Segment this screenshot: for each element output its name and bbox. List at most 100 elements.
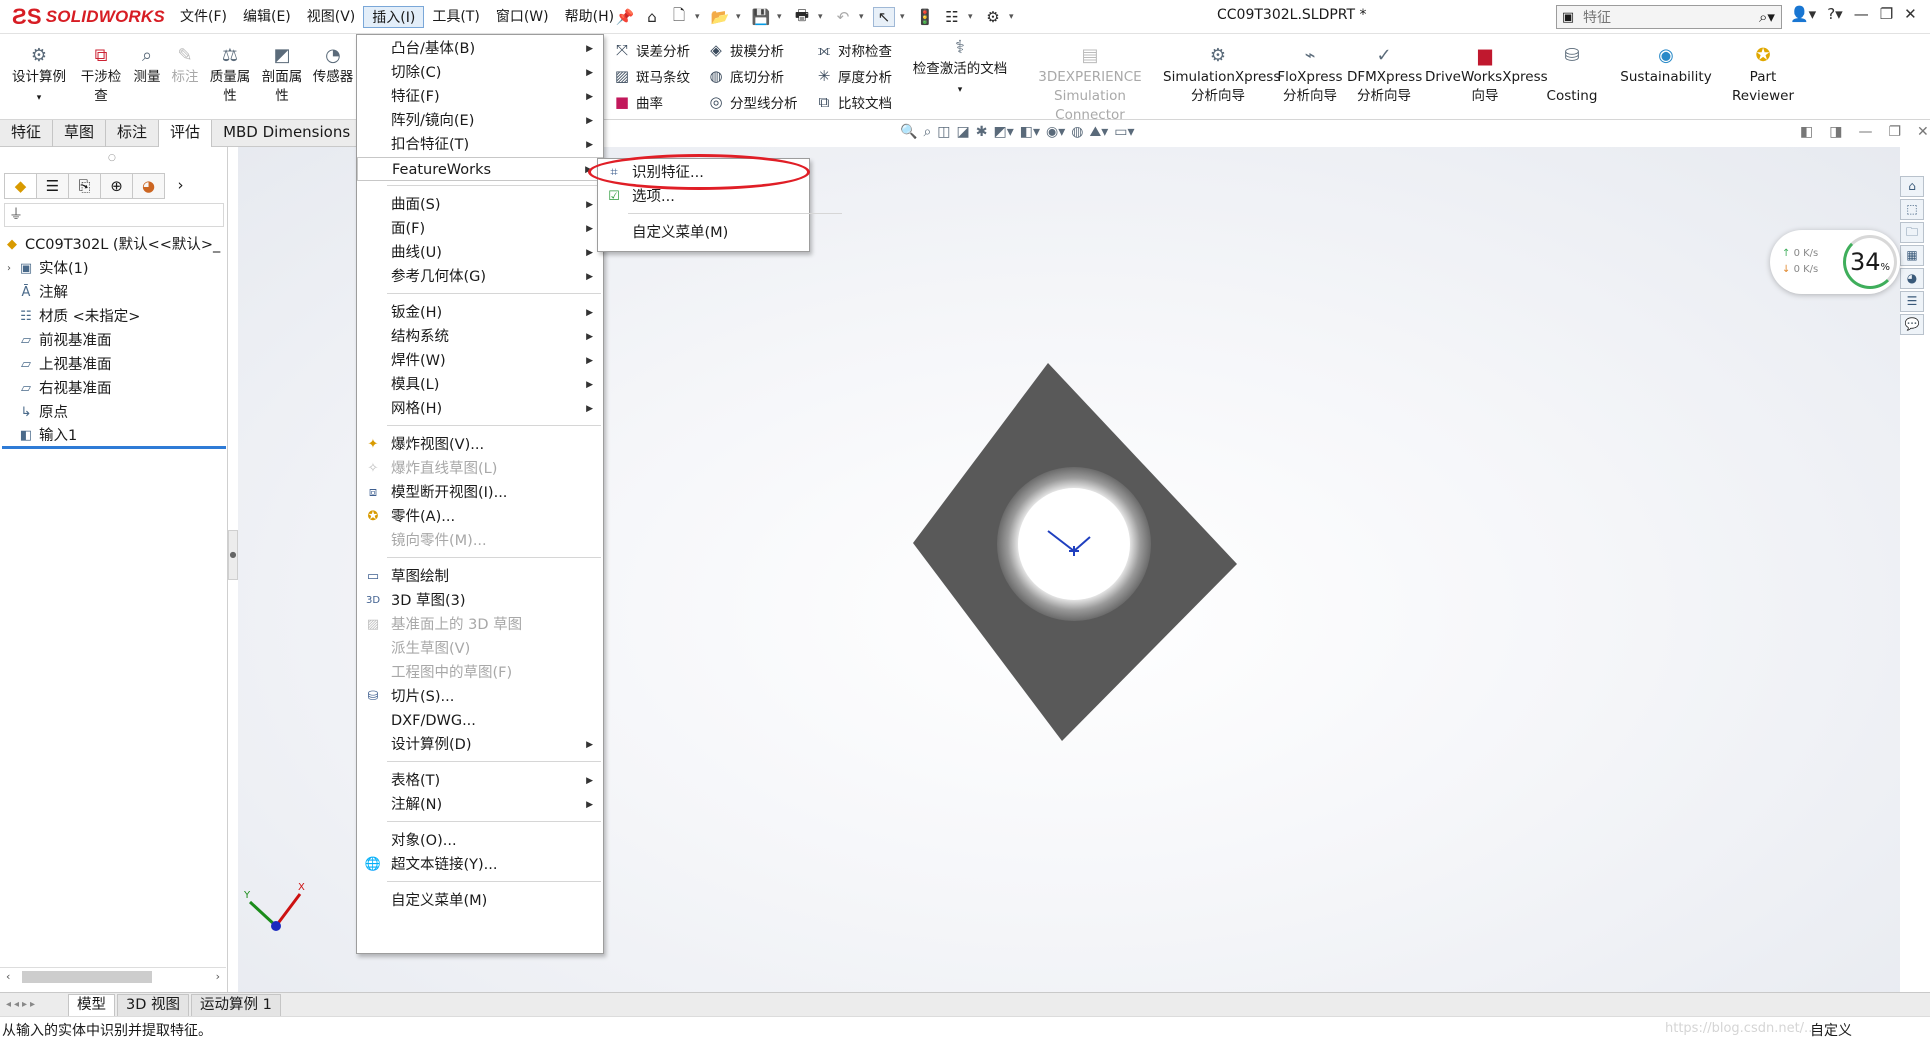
pane-collapse-handle-icon[interactable]: ○ [108,153,116,163]
doc-restore-icon[interactable]: ❐ [1888,124,1901,140]
previous-view-icon[interactable]: ◫ [937,124,950,146]
forum-icon[interactable]: 💬 [1900,314,1924,335]
manager-scroll-right-icon[interactable]: › [164,173,197,199]
3dexperience-connector-button[interactable]: ▤ 3DEXPERIENCE Simulation Connector [1020,44,1160,125]
menu-item-face[interactable]: 面(F) ▶ [357,217,603,241]
design-study-button[interactable]: ⚙ 设计算例 ▾ [8,44,70,108]
tab-mbd-dimensions[interactable]: MBD Dimensions [212,120,363,147]
pin-icon[interactable]: 📌 [614,8,636,26]
doc-close-icon[interactable]: ✕ [1917,124,1929,140]
tree-item-solid-bodies[interactable]: › ▣ 实体(1) [2,257,226,281]
doc-minimize-icon[interactable]: — [1858,124,1872,140]
status-customize[interactable]: 自定义 [1810,1020,1852,1040]
minimize-icon[interactable]: — [1854,5,1869,23]
featuremanager-tab-icon[interactable]: ◆ [4,173,37,199]
check-active-dropdown-icon[interactable]: ▾ [958,85,963,95]
close-icon[interactable]: ✕ [1904,5,1917,23]
menu-file[interactable]: 文件(F) [172,6,235,28]
interference-check-button[interactable]: ⧉ 干涉检 查 [78,44,124,106]
menu-item-slice[interactable]: ⛁ 切片(S)... [357,685,603,709]
tab-navigation-arrows-icon[interactable]: ◂◂▸▸ [0,999,68,1010]
menu-item-weldments[interactable]: 焊件(W) ▶ [357,349,603,373]
floxpress-button[interactable]: ⌁ FloXpress 分析向导 [1275,44,1345,106]
menu-item-object[interactable]: 对象(O)... [357,829,603,853]
tree-item-top-plane[interactable]: ▱ 上视基准面 [2,353,226,377]
view-settings-icon[interactable]: ▭▾ [1114,124,1134,146]
file-properties-icon[interactable]: ☷ [941,8,963,26]
expand-chevron-icon[interactable]: › [2,257,16,281]
zoom-to-fit-icon[interactable]: 🔍 [900,124,917,146]
compare-documents-button[interactable]: ⧉ 比较文档 [814,92,892,112]
propertymanager-tab-icon[interactable]: ☰ [36,173,69,199]
pane-splitter-handle[interactable]: ● [228,530,238,580]
menu-item-design-study[interactable]: 设计算例(D) ▶ [357,733,603,757]
menu-item-dxf-dwg[interactable]: DXF/DWG... [357,709,603,733]
menu-item-pattern-mirror[interactable]: 阵列/镜向(E) ▶ [357,109,603,133]
dimxpertmanager-tab-icon[interactable]: ⊕ [100,173,133,199]
tile-left-icon[interactable]: ◧ [1800,124,1813,140]
driveworksxpress-button[interactable]: ▆ DriveWorksXpress 向导 [1425,44,1548,106]
properties-dropdown-icon[interactable]: ▾ [968,12,977,22]
tree-item-right-plane[interactable]: ▱ 右视基准面 [2,377,226,401]
curvature-button[interactable]: ■ 曲率 [612,92,663,112]
displaymanager-tab-icon[interactable]: ◕ [132,173,165,199]
save-dropdown-icon[interactable]: ▾ [777,12,786,22]
menu-item-exploded-view[interactable]: ✦ 爆炸视图(V)... [357,433,603,457]
tree-item-front-plane[interactable]: ▱ 前视基准面 [2,329,226,353]
measure-button[interactable]: ⌕ 测量 [130,44,164,87]
solidworks-logo[interactable]: ƧS SOLIDWORKS [12,4,165,30]
check-active-document-button[interactable]: ⚕ 检查激活的文档 ▾ [906,36,1014,100]
menu-insert[interactable]: 插入(I) [363,6,425,28]
section-view-icon[interactable]: ◪ [957,124,970,146]
deviation-analysis-button[interactable]: ⤧ 误差分析 [612,40,690,60]
menu-help[interactable]: 帮助(H) [557,6,622,28]
menu-item-molds[interactable]: 模具(L) ▶ [357,373,603,397]
select-dropdown-icon[interactable]: ▾ [900,12,909,22]
design-study-dropdown-icon[interactable]: ▾ [37,93,42,103]
save-icon[interactable]: 💾 [750,8,772,26]
tree-item-import1[interactable]: ◧ 输入1 [2,425,226,449]
menu-item-tables[interactable]: 表格(T) ▶ [357,769,603,793]
search-input[interactable]: 特征 [1579,7,1759,27]
tab-model[interactable]: 模型 [68,993,115,1016]
options-dropdown-icon[interactable]: ▾ [1009,12,1018,22]
menu-item-annotations[interactable]: 注解(N) ▶ [357,793,603,817]
thickness-analysis-button[interactable]: ✳ 厚度分析 [814,66,892,86]
design-library-icon[interactable]: ⬚ [1900,199,1924,220]
search-icon[interactable]: ⌕▾ [1759,8,1781,26]
dynamic-annotation-icon[interactable]: ✱ [976,124,988,146]
hide-show-items-icon[interactable]: ◉▾ [1046,124,1065,146]
new-dropdown-icon[interactable]: ▾ [695,12,704,22]
view-palette-icon[interactable]: ▦ [1900,245,1924,266]
custom-properties-icon[interactable]: ☰ [1900,291,1924,312]
home-icon[interactable]: ⌂ [641,8,663,26]
tree-filter-field[interactable]: ⏚ [4,203,224,227]
traffic-light-icon[interactable]: 🚦 [914,8,936,26]
zoom-to-area-icon[interactable]: ⌕ [923,124,931,146]
open-dropdown-icon[interactable]: ▾ [736,12,745,22]
tab-evaluate[interactable]: 评估 [159,120,213,147]
symmetry-check-button[interactable]: ⟗ 对称检查 [814,40,892,60]
menu-item-sheet-metal[interactable]: 钣金(H) ▶ [357,301,603,325]
menu-item-customize-menu[interactable]: 自定义菜单(M) [357,889,603,913]
tab-sketch[interactable]: 草图 [53,120,107,147]
print-icon[interactable]: 🖶 [791,5,813,30]
tab-3d-views[interactable]: 3D 视图 [117,993,189,1016]
scroll-left-icon[interactable]: ‹ [0,970,10,983]
search-box[interactable]: ▣ 特征 ⌕▾ [1556,5,1782,29]
menu-tools[interactable]: 工具(T) [424,6,487,28]
menu-window[interactable]: 窗口(W) [488,6,557,28]
draft-analysis-button[interactable]: ◈ 拔模分析 [706,40,784,60]
parting-line-analysis-button[interactable]: ◎ 分型线分析 [706,92,797,112]
edit-appearance-icon[interactable]: ◍ [1071,124,1083,146]
menu-item-boss-base[interactable]: 凸台/基体(B) ▶ [357,37,603,61]
pane-horizontal-scrollbar[interactable]: ‹ › [0,967,226,985]
menu-item-reference-geometry[interactable]: 参考几何体(G) ▶ [357,265,603,289]
tree-item-origin[interactable]: ↳ 原点 [2,401,226,425]
menu-item-cut[interactable]: 切除(C) ▶ [357,61,603,85]
menu-item-structure-system[interactable]: 结构系统 ▶ [357,325,603,349]
scroll-right-icon[interactable]: › [216,970,220,983]
solidworks-resources-icon[interactable]: ⌂ [1900,176,1924,197]
tab-features[interactable]: 特征 [0,120,54,147]
undo-icon[interactable]: ↶ [832,8,854,26]
